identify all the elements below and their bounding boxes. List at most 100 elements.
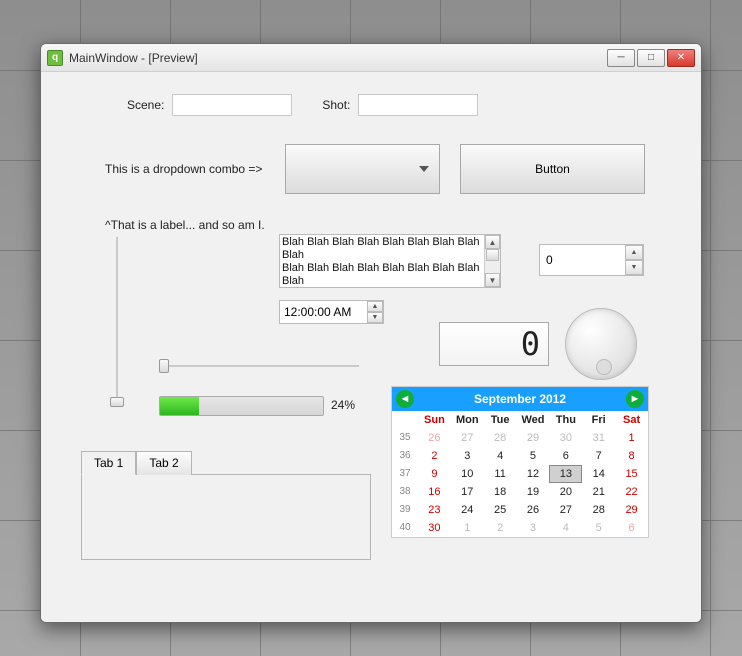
tab-content — [81, 474, 371, 560]
calendar-day[interactable]: 28 — [582, 501, 615, 519]
calendar-day[interactable]: 5 — [517, 447, 550, 465]
calendar-day[interactable]: 3 — [517, 519, 550, 537]
calendar-day[interactable]: 17 — [451, 483, 484, 501]
calendar-day[interactable]: 18 — [484, 483, 517, 501]
time-value: 12:00:00 AM — [284, 305, 351, 319]
spin-down-icon[interactable]: ▼ — [625, 260, 643, 275]
window-title: MainWindow - [Preview] — [69, 51, 607, 65]
spin-value: 0 — [546, 253, 553, 267]
dial[interactable] — [565, 308, 637, 380]
calendar-day[interactable]: 10 — [451, 465, 484, 483]
calendar-day[interactable]: 31 — [582, 429, 615, 447]
calendar-day[interactable]: 4 — [484, 447, 517, 465]
calendar-day[interactable]: 30 — [549, 429, 582, 447]
week-num: 36 — [392, 447, 418, 465]
dow-thu: Thu — [549, 411, 582, 429]
calendar-day[interactable]: 5 — [582, 519, 615, 537]
week-num: 35 — [392, 429, 418, 447]
calendar-day[interactable]: 24 — [451, 501, 484, 519]
shot-input[interactable] — [358, 94, 478, 116]
calendar-day-today[interactable]: 13 — [549, 465, 582, 483]
minimize-button[interactable]: ─ — [607, 49, 635, 67]
calendar-day[interactable]: 14 — [582, 465, 615, 483]
calendar-day[interactable]: 1 — [451, 519, 484, 537]
horizontal-slider[interactable] — [159, 356, 359, 376]
calendar-day[interactable]: 15 — [615, 465, 648, 483]
calendar-day[interactable]: 28 — [484, 429, 517, 447]
calendar-day[interactable]: 20 — [549, 483, 582, 501]
scroll-down-icon[interactable]: ▼ — [485, 273, 500, 287]
calendar-day[interactable]: 2 — [484, 519, 517, 537]
time-edit[interactable]: 12:00:00 AM ▲ ▼ — [279, 300, 384, 324]
hslider-handle[interactable] — [159, 359, 169, 373]
tab-1-label: Tab 1 — [94, 456, 123, 470]
calendar-day[interactable]: 11 — [484, 465, 517, 483]
week-num: 37 — [392, 465, 418, 483]
calendar-day[interactable]: 27 — [549, 501, 582, 519]
calendar-day[interactable]: 19 — [517, 483, 550, 501]
tab-2-label: Tab 2 — [149, 456, 178, 470]
calendar-day[interactable]: 27 — [451, 429, 484, 447]
calendar-day[interactable]: 8 — [615, 447, 648, 465]
calendar-day[interactable]: 22 — [615, 483, 648, 501]
tab-2[interactable]: Tab 2 — [136, 451, 191, 475]
list-item[interactable]: Blah Blah Blah Blah Blah Blah Blah Blah … — [282, 262, 498, 288]
calendar-day[interactable]: 12 — [517, 465, 550, 483]
list-scrollbar[interactable]: ▲ ▼ — [484, 235, 500, 287]
shot-label: Shot: — [322, 98, 350, 112]
dropdown-label: This is a dropdown combo => — [105, 162, 265, 176]
main-window: q MainWindow - [Preview] ─ □ ✕ Scene: Sh… — [40, 43, 702, 623]
calendar-day[interactable]: 1 — [615, 429, 648, 447]
dial-handle[interactable] — [596, 359, 612, 375]
calendar-day[interactable]: 21 — [582, 483, 615, 501]
dow-sat: Sat — [615, 411, 648, 429]
vslider-handle[interactable] — [110, 397, 124, 407]
week-num: 39 — [392, 501, 418, 519]
dow-wed: Wed — [517, 411, 550, 429]
number-spinbox[interactable]: 0 ▲ ▼ — [539, 244, 644, 276]
scroll-thumb[interactable] — [486, 249, 499, 261]
dropdown-combo[interactable] — [285, 144, 440, 194]
dow-sun: Sun — [418, 411, 451, 429]
calendar-day[interactable]: 4 — [549, 519, 582, 537]
calendar-day[interactable]: 25 — [484, 501, 517, 519]
calendar-day[interactable]: 23 — [418, 501, 451, 519]
lcd-value: 0 — [521, 325, 540, 363]
calendar-next-icon[interactable]: ► — [626, 390, 644, 408]
calendar-day[interactable]: 6 — [549, 447, 582, 465]
big-button[interactable]: Button — [460, 144, 645, 194]
time-down-icon[interactable]: ▼ — [367, 312, 383, 323]
vslider-track — [116, 237, 118, 407]
app-icon: q — [47, 50, 63, 66]
scene-input[interactable] — [172, 94, 292, 116]
calendar-title: September 2012 — [474, 392, 566, 406]
progress-fill — [160, 397, 199, 415]
spin-up-icon[interactable]: ▲ — [625, 245, 643, 260]
calendar[interactable]: ◄ September 2012 ► Sun Mon Tue Wed Thu F… — [391, 386, 649, 538]
time-up-icon[interactable]: ▲ — [367, 301, 383, 312]
tab-1[interactable]: Tab 1 — [81, 451, 136, 475]
calendar-day[interactable]: 29 — [615, 501, 648, 519]
calendar-day[interactable]: 26 — [418, 429, 451, 447]
calendar-day[interactable]: 7 — [582, 447, 615, 465]
calendar-day[interactable]: 3 — [451, 447, 484, 465]
calendar-day[interactable]: 26 — [517, 501, 550, 519]
calendar-day[interactable]: 9 — [418, 465, 451, 483]
calendar-day[interactable]: 16 — [418, 483, 451, 501]
calendar-day[interactable]: 6 — [615, 519, 648, 537]
close-button[interactable]: ✕ — [667, 49, 695, 67]
scroll-up-icon[interactable]: ▲ — [485, 235, 500, 249]
hslider-track — [159, 365, 359, 367]
big-button-label: Button — [535, 162, 570, 176]
calendar-day[interactable]: 29 — [517, 429, 550, 447]
maximize-button[interactable]: □ — [637, 49, 665, 67]
calendar-header: ◄ September 2012 ► — [392, 387, 648, 411]
list-box[interactable]: Blah Blah Blah Blah Blah Blah Blah Blah … — [279, 234, 501, 288]
calendar-prev-icon[interactable]: ◄ — [396, 390, 414, 408]
calendar-day[interactable]: 2 — [418, 447, 451, 465]
list-item[interactable]: Blah Blah Blah Blah Blah Blah Blah Blah … — [282, 236, 498, 262]
titlebar[interactable]: q MainWindow - [Preview] ─ □ ✕ — [41, 44, 701, 72]
calendar-day[interactable]: 30 — [418, 519, 451, 537]
vertical-slider[interactable] — [109, 237, 125, 407]
scene-label: Scene: — [127, 98, 164, 112]
